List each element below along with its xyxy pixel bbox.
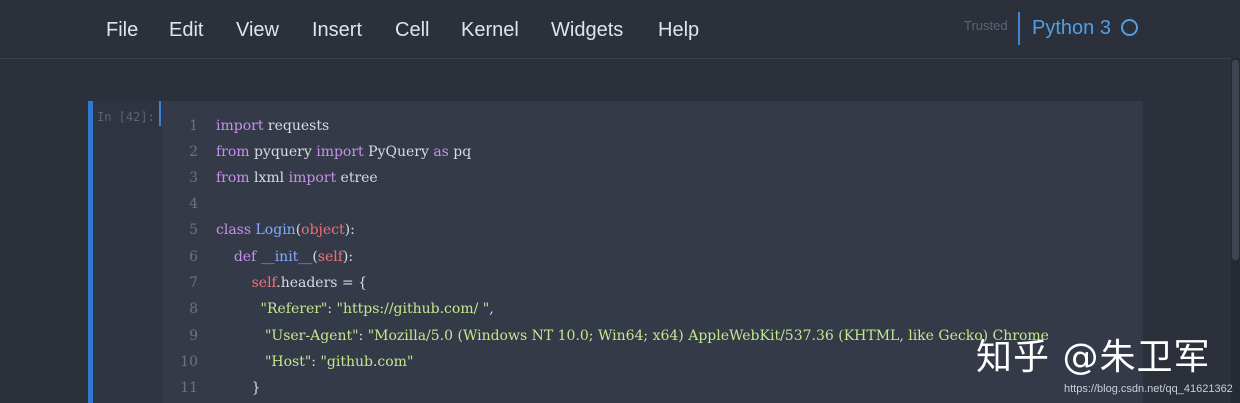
- prompt-divider: [159, 101, 161, 126]
- code-token: :: [358, 328, 368, 344]
- code-line-7: self.headers = {: [216, 275, 367, 291]
- line-number: 2: [189, 144, 198, 160]
- line-number: 7: [189, 275, 198, 291]
- code-token: PyQuery: [363, 144, 434, 160]
- menu-help[interactable]: Help: [658, 19, 699, 42]
- code-token: ):: [342, 249, 354, 265]
- line-number: 5: [189, 222, 198, 238]
- menu-cell[interactable]: Cell: [395, 19, 429, 42]
- code-token: "Referer": [260, 301, 328, 317]
- kernel-name[interactable]: Python 3: [1032, 17, 1111, 40]
- trusted-indicator[interactable]: Trusted: [964, 18, 1008, 33]
- code-token: "User-Agent": [264, 328, 359, 344]
- code-token: .headers = {: [276, 275, 368, 291]
- menu-insert[interactable]: Insert: [312, 19, 362, 42]
- menu-file[interactable]: File: [106, 19, 138, 42]
- menu-view[interactable]: View: [236, 19, 279, 42]
- code-token: lxml: [249, 170, 289, 186]
- code-token: __init__: [256, 249, 313, 265]
- line-number: 1: [189, 118, 198, 134]
- line-number: 9: [189, 328, 198, 344]
- line-number: 11: [180, 380, 198, 396]
- line-number: 3: [189, 170, 198, 186]
- code-token: class: [216, 222, 252, 238]
- menu-bar: File Edit View Insert Cell Kernel Widget…: [0, 0, 1240, 59]
- code-token: import: [216, 118, 264, 134]
- code-token: Login: [255, 222, 296, 238]
- code-token: :: [327, 301, 337, 317]
- kernel-idle-circle-icon: [1121, 19, 1138, 36]
- line-number: 8: [189, 301, 198, 317]
- code-token: from: [216, 144, 250, 160]
- code-token: etree: [336, 170, 378, 186]
- code-line-11: }: [216, 380, 261, 396]
- code-token: self: [251, 275, 277, 291]
- code-token: }: [251, 380, 261, 396]
- code-token: requests: [263, 118, 330, 134]
- kernel-separator: [1018, 12, 1020, 45]
- code-token: def: [233, 249, 257, 265]
- code-line-2: from pyquery import PyQuery as pq: [216, 144, 471, 160]
- code-token: as: [433, 144, 449, 160]
- code-token: ,: [489, 301, 494, 317]
- code-token: "https://github.com/ ": [336, 301, 490, 317]
- code-token: from: [216, 170, 250, 186]
- code-line-3: from lxml import etree: [216, 170, 378, 186]
- code-token: pyquery: [249, 144, 317, 160]
- code-token: import: [316, 144, 364, 160]
- menu-widgets[interactable]: Widgets: [551, 19, 623, 42]
- cell-selection-bar: [88, 101, 93, 403]
- code-token: import: [288, 170, 337, 186]
- code-token: pq: [448, 144, 472, 160]
- watermark-text: 知乎 @朱卫军: [976, 337, 1211, 378]
- code-token: object: [301, 222, 345, 238]
- input-prompt: In [42]:: [97, 110, 155, 124]
- code-line-1: import requests: [216, 118, 329, 134]
- code-token: "github.com": [320, 354, 414, 370]
- line-number: 6: [189, 249, 198, 265]
- code-token: "Mozilla/5.0 (Windows NT 10.0; Win64; x6…: [367, 328, 1049, 344]
- menu-edit[interactable]: Edit: [169, 19, 203, 42]
- scrollbar-thumb[interactable]: [1232, 60, 1239, 260]
- watermark-url: https://blog.csdn.net/qq_41621362: [1064, 383, 1233, 395]
- menu-kernel[interactable]: Kernel: [461, 19, 519, 42]
- line-number: 4: [189, 196, 198, 212]
- code-line-5: class Login(object):: [216, 222, 355, 238]
- code-token: "Host": [264, 354, 312, 370]
- code-line-6: def __init__(self):: [216, 249, 353, 265]
- code-token: ):: [344, 222, 355, 238]
- code-line-10: "Host": "github.com": [216, 354, 413, 370]
- code-token: self: [317, 249, 343, 265]
- code-line-8: "Referer": "https://github.com/ ",: [216, 301, 494, 317]
- line-number: 10: [180, 354, 198, 370]
